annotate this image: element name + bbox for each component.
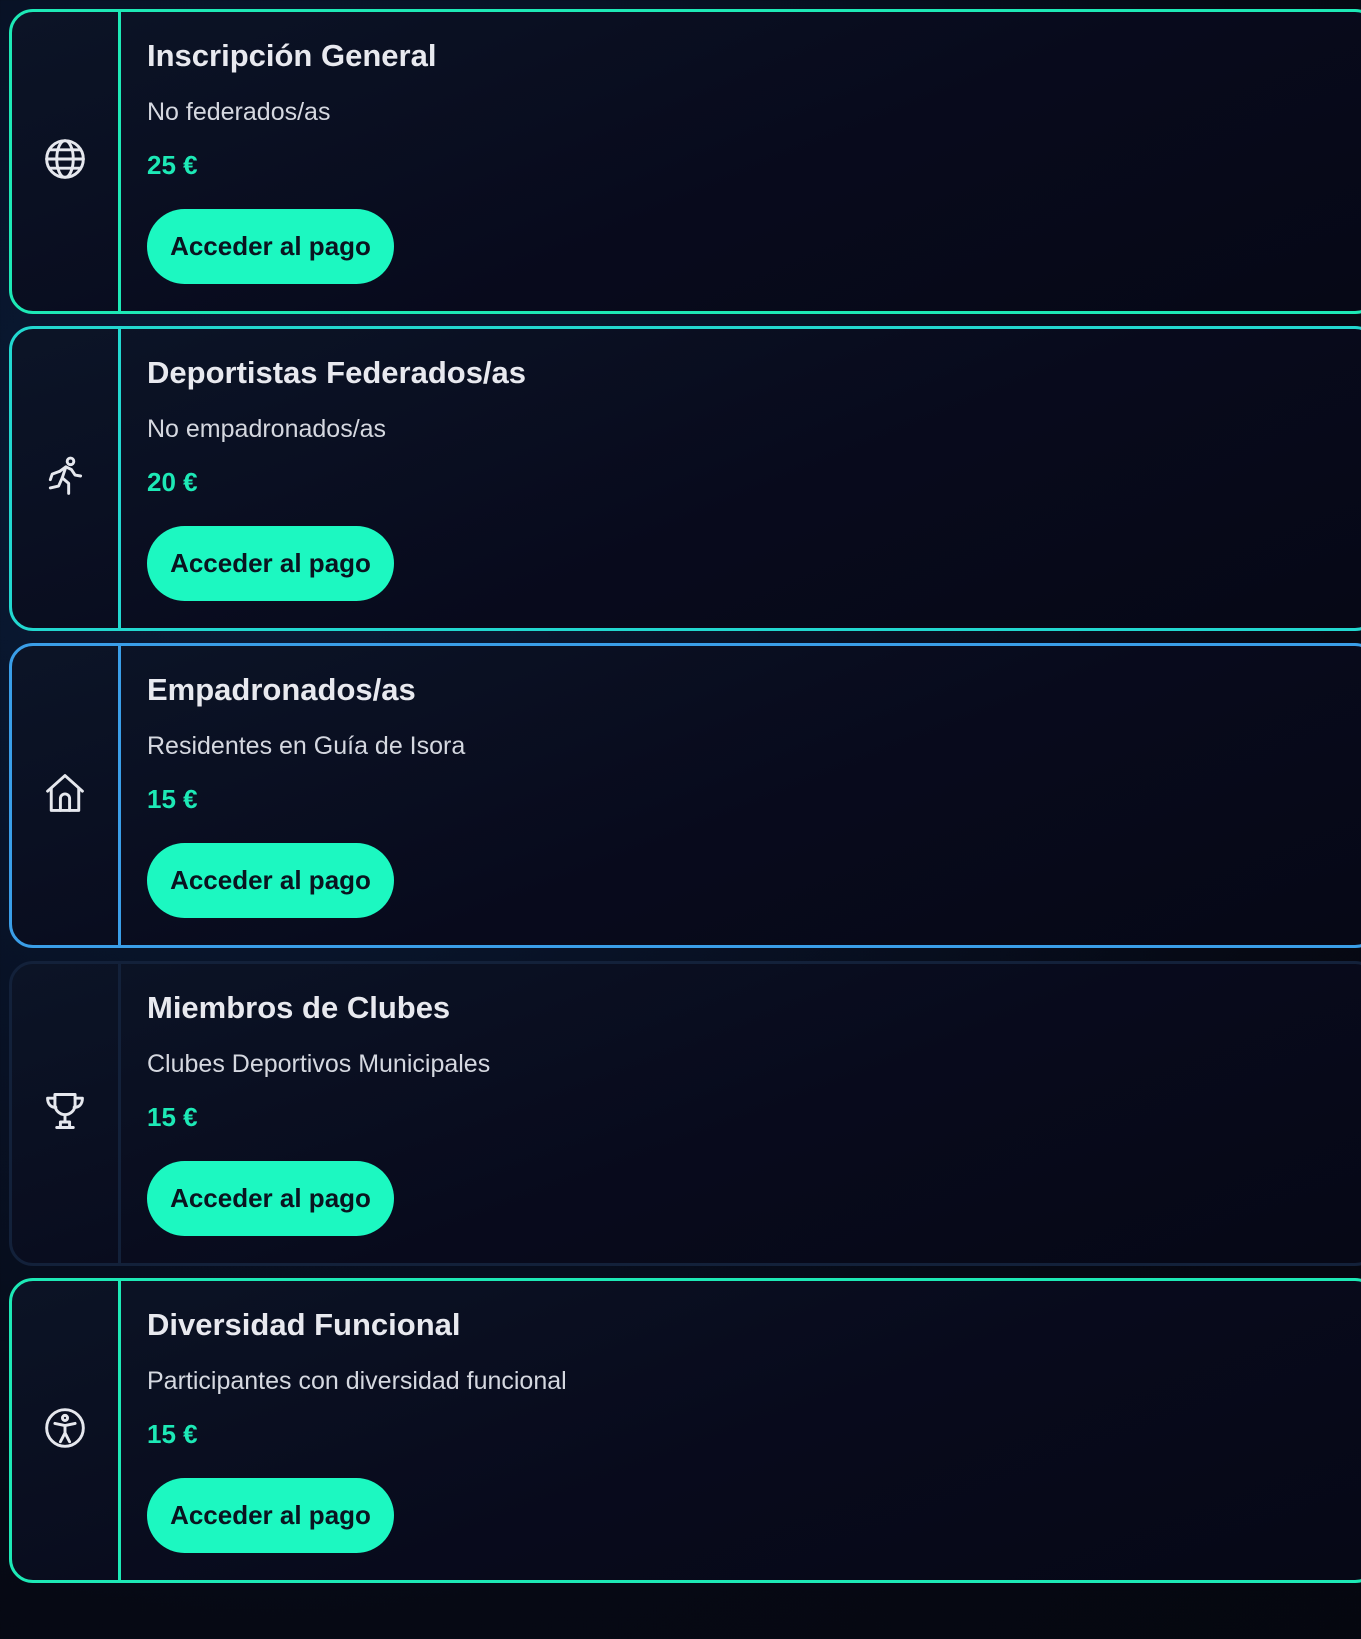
card-icon-column	[12, 1281, 121, 1580]
card-subtitle: Clubes Deportivos Municipales	[147, 1050, 491, 1078]
card-empadronados: Empadronados/as Residentes en Guía de Is…	[9, 643, 1361, 948]
registration-cards: Inscripción General No federados/as 25 €…	[0, 0, 1361, 1639]
card-subtitle: Residentes en Guía de Isora	[147, 732, 466, 760]
card-clubes: Miembros de Clubes Clubes Deportivos Mun…	[9, 961, 1361, 1266]
accessibility-icon	[43, 1406, 87, 1455]
pay-button-clubes[interactable]: Acceder al pago	[147, 1161, 394, 1236]
card-price: 15 €	[147, 1419, 198, 1449]
runner-icon	[43, 454, 87, 503]
card-icon-column	[12, 646, 121, 945]
trophy-icon	[43, 1089, 87, 1138]
card-subtitle: No empadronados/as	[147, 415, 387, 443]
card-title: Miembros de Clubes	[147, 990, 451, 1025]
card-title: Inscripción General	[147, 38, 437, 73]
card-subtitle: No federados/as	[147, 98, 331, 126]
globe-icon	[43, 137, 87, 186]
card-body: Diversidad Funcional Participantes con d…	[147, 1281, 1361, 1580]
card-federados: Deportistas Federados/as No empadronados…	[9, 326, 1361, 631]
card-price: 20 €	[147, 467, 198, 497]
card-price: 15 €	[147, 784, 198, 814]
card-price: 15 €	[147, 1102, 198, 1132]
card-diversidad: Diversidad Funcional Participantes con d…	[9, 1278, 1361, 1583]
pay-button-diversidad[interactable]: Acceder al pago	[147, 1478, 394, 1553]
pay-button-federados[interactable]: Acceder al pago	[147, 526, 394, 601]
card-icon-column	[12, 329, 121, 628]
card-body: Inscripción General No federados/as 25 €…	[147, 12, 1361, 311]
card-subtitle: Participantes con diversidad funcional	[147, 1367, 567, 1395]
card-title: Deportistas Federados/as	[147, 355, 527, 390]
card-title: Diversidad Funcional	[147, 1307, 461, 1342]
pay-button-empadronados[interactable]: Acceder al pago	[147, 843, 394, 918]
card-price: 25 €	[147, 150, 198, 180]
card-icon-column	[12, 964, 121, 1263]
card-general: Inscripción General No federados/as 25 €…	[9, 9, 1361, 314]
card-title: Empadronados/as	[147, 672, 416, 707]
card-body: Deportistas Federados/as No empadronados…	[147, 329, 1361, 628]
card-body: Empadronados/as Residentes en Guía de Is…	[147, 646, 1361, 945]
pay-button-general[interactable]: Acceder al pago	[147, 209, 394, 284]
card-icon-column	[12, 12, 121, 311]
card-body: Miembros de Clubes Clubes Deportivos Mun…	[147, 964, 1361, 1263]
home-icon	[43, 771, 87, 820]
